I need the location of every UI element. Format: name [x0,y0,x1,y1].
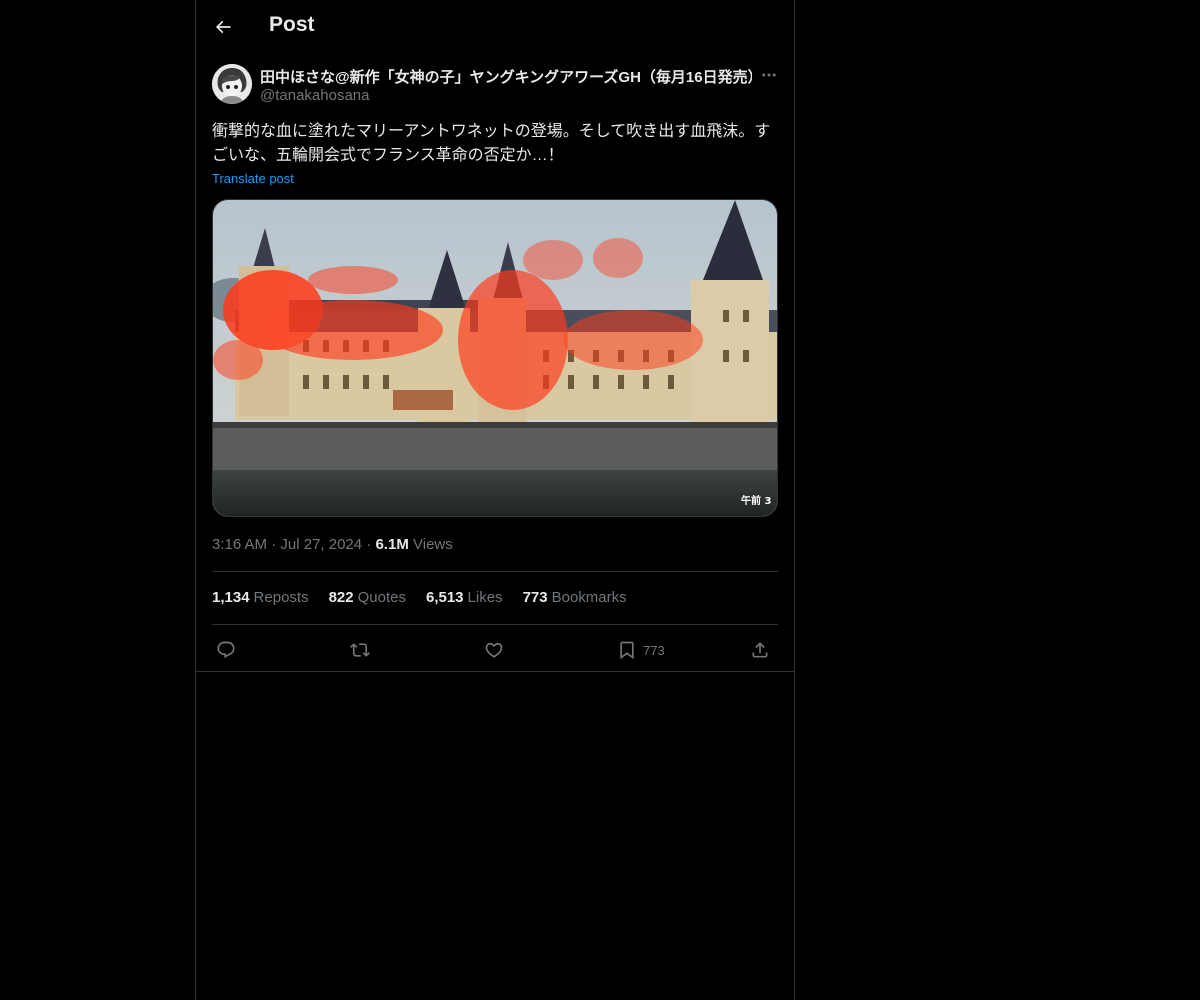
page-title: Post [269,13,315,36]
avatar-image [212,64,252,104]
likes-stat[interactable]: 6,513 Likes [426,589,503,606]
bookmark-button[interactable]: 773 [617,636,665,664]
repost-icon [350,643,370,657]
like-button[interactable] [484,636,504,664]
media-scene: 午前 3 [213,200,777,516]
bookmarks-stat[interactable]: 773 Bookmarks [523,589,627,606]
reposts-stat[interactable]: 1,134 Reposts [212,589,309,606]
timestamp-row: 3:16 AM · Jul 27, 2024 · 6.1M Views [212,536,453,553]
repost-button[interactable] [350,636,370,664]
reposts-label: Reposts [253,589,309,606]
avatar[interactable] [212,64,252,104]
more-options-button[interactable] [758,64,780,86]
divider [212,624,778,625]
post-header: Post [196,0,794,54]
author-handle[interactable]: @tanakahosana [260,87,369,104]
bookmarks-label: Bookmarks [551,589,627,606]
quotes-stat[interactable]: 822 Quotes [329,589,406,606]
post-text: 衝撃的な血に塗れたマリーアントワネットの登場。そして吹き出す血飛沫。すごいな、五… [212,123,771,164]
share-icon [752,642,768,658]
author-display-name[interactable]: 田中ほさな@新作「女神の子」ヤングキングアワーズGH（毎月16日発売） [260,66,752,87]
bookmarks-count: 773 [522,589,548,606]
post-date[interactable]: Jul 27, 2024 [280,536,362,553]
arrow-left-icon [215,20,231,34]
reposts-count: 1,134 [212,589,250,606]
post-time[interactable]: 3:16 AM [212,536,267,553]
quotes-count: 822 [328,589,354,606]
reply-icon [217,641,235,659]
more-horizontal-icon [762,73,776,77]
bookmark-icon [620,641,634,660]
divider [212,571,778,572]
stats-row: 1,134 Reposts 822 Quotes 6,513 Likes 773 Boo… [212,589,627,606]
likes-count: 6,513 [425,589,464,606]
author-row: 田中ほさな@新作「女神の子」ヤングキングアワーズGH（毎月16日発売） @tan… [212,64,778,108]
quotes-label: Quotes [357,589,406,606]
views-count: 6.1M [375,536,409,553]
likes-label: Likes [467,589,503,606]
heart-icon [485,642,503,658]
translate-post-link[interactable]: Translate post [212,171,294,186]
reply-button[interactable] [216,636,236,664]
bookmark-count: 773 [643,642,665,658]
post-column: Post 田中ほさな@新作「女神の子」ヤングキングアワーズGH（毎月16日発売）… [195,0,795,1000]
post-bottom-border [196,671,794,672]
post-media-image[interactable]: 午前 3 [212,199,778,517]
share-button[interactable] [750,636,770,664]
actions-row: 773 [212,634,778,666]
back-button[interactable] [208,12,238,42]
media-overlay-text: 午前 3 [741,494,771,507]
views-label: Views [413,536,453,553]
